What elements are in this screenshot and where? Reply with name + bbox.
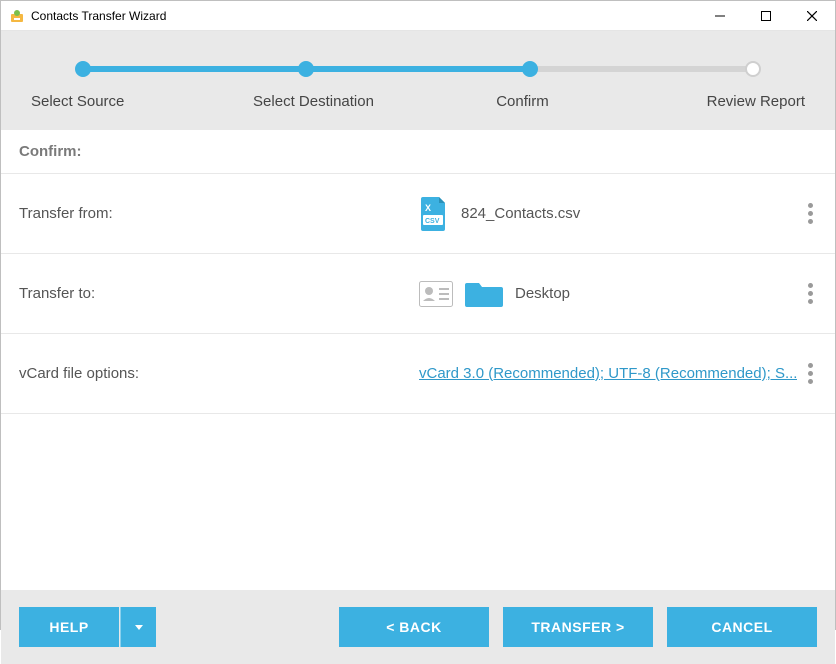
transfer-to-row: Transfer to: Desktop — [1, 254, 835, 334]
transfer-from-row: Transfer from: X CSV 824_Contacts.csv — [1, 174, 835, 254]
titlebar: Contacts Transfer Wizard — [1, 1, 835, 31]
cancel-button[interactable]: CANCEL — [667, 607, 817, 647]
app-icon — [9, 8, 25, 24]
maximize-button[interactable] — [743, 1, 789, 30]
step-labels: Select Source Select Destination Confirm… — [31, 93, 805, 110]
help-button[interactable]: HELP — [19, 607, 119, 647]
stepper-section: Select Source Select Destination Confirm… — [1, 31, 835, 130]
step-label-1: Select Source — [31, 93, 201, 110]
section-header-row: Confirm: — [1, 130, 835, 174]
folder-icon — [465, 279, 503, 309]
transfer-to-menu[interactable] — [803, 277, 817, 310]
section-header: Confirm: — [19, 143, 82, 160]
svg-text:CSV: CSV — [425, 218, 440, 225]
step-label-4: Review Report — [635, 93, 805, 110]
vcard-options-value: vCard 3.0 (Recommended); UTF-8 (Recommen… — [419, 365, 803, 382]
step-node-3 — [522, 61, 538, 77]
content-area: Confirm: Transfer from: X CSV 824_Contac… — [1, 130, 835, 590]
back-button[interactable]: < BACK — [339, 607, 489, 647]
vcard-options-label: vCard file options: — [19, 365, 419, 382]
transfer-from-value: X CSV 824_Contacts.csv — [419, 197, 803, 231]
step-node-4 — [745, 61, 761, 77]
close-button[interactable] — [789, 1, 835, 30]
transfer-to-label: Transfer to: — [19, 285, 419, 302]
progress-stepper — [35, 59, 801, 79]
svg-text:X: X — [425, 203, 431, 213]
transfer-from-menu[interactable] — [803, 197, 817, 230]
vcard-options-link[interactable]: vCard 3.0 (Recommended); UTF-8 (Recommen… — [419, 365, 797, 382]
transfer-to-value: Desktop — [419, 279, 803, 309]
step-label-3: Confirm — [426, 93, 620, 110]
step-label-2: Select Destination — [217, 93, 411, 110]
vcard-options-menu[interactable] — [803, 357, 817, 390]
footer: HELP < BACK TRANSFER > CANCEL — [1, 590, 835, 664]
vcard-options-row: vCard file options: vCard 3.0 (Recommend… — [1, 334, 835, 414]
transfer-to-destination: Desktop — [515, 285, 570, 302]
window-controls — [697, 1, 835, 30]
transfer-from-label: Transfer from: — [19, 205, 419, 222]
minimize-button[interactable] — [697, 1, 743, 30]
step-node-2 — [298, 61, 314, 77]
help-dropdown-button[interactable] — [120, 607, 156, 647]
transfer-from-filename: 824_Contacts.csv — [461, 205, 580, 222]
contact-card-icon — [419, 281, 453, 307]
step-node-1 — [75, 61, 91, 77]
transfer-button[interactable]: TRANSFER > — [503, 607, 653, 647]
csv-file-icon: X CSV — [419, 197, 449, 231]
window-title: Contacts Transfer Wizard — [31, 9, 697, 23]
